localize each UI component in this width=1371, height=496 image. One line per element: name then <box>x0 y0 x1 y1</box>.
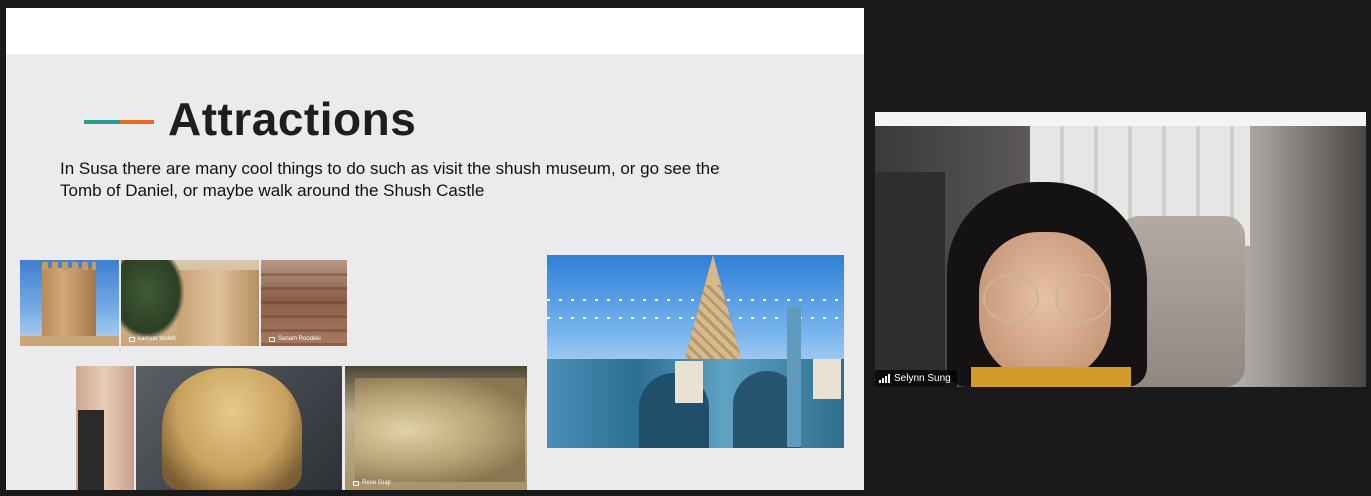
photo-credit: kamyar tooleh <box>129 336 176 342</box>
castle-wall-photo: kamyar tooleh <box>121 260 259 346</box>
signal-bars-icon <box>879 374 890 383</box>
accent-orange <box>120 120 154 124</box>
meeting-stage: Attractions In Susa there are many cool … <box>0 0 1371 496</box>
accent-teal <box>84 120 120 124</box>
castle-tower-photo <box>20 260 119 346</box>
slide-top-band <box>6 8 864 54</box>
participant-name: Selynn Sung <box>894 373 951 384</box>
slide-body-text: In Susa there are many cool things to do… <box>60 159 720 200</box>
statue-bust-photo <box>136 366 342 490</box>
camera-icon <box>129 336 135 342</box>
camera-icon <box>353 480 359 486</box>
title-accent-line <box>84 120 154 124</box>
participant-video[interactable] <box>875 112 1366 387</box>
camera-icon <box>269 336 275 342</box>
participant-name-tag: Selynn Sung <box>875 370 957 387</box>
brick-wall-photo: Sanam Roodeki <box>261 260 347 346</box>
photo-credit: Rene Gugl <box>353 480 391 486</box>
slide-title: Attractions <box>168 93 417 145</box>
stone-relief-photo: Rene Gugl <box>345 366 527 490</box>
shared-slide: Attractions In Susa there are many cool … <box>6 8 864 490</box>
tomb-of-daniel-photo <box>547 255 844 448</box>
museum-display-photo <box>76 366 134 490</box>
photo-credit: Sanam Roodeki <box>269 336 321 342</box>
glasses <box>983 274 1123 322</box>
